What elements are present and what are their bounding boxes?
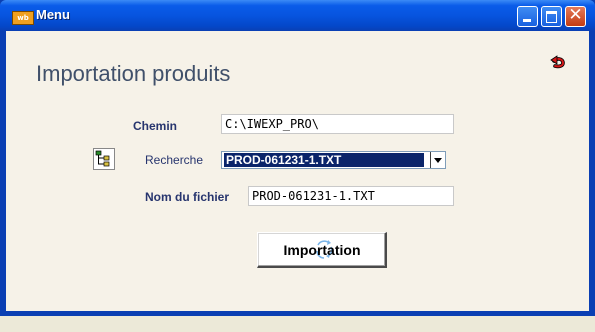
importation-button[interactable]: Importation: [257, 232, 387, 268]
browse-tree-button[interactable]: [93, 148, 115, 170]
red-return-arrow-icon[interactable]: [550, 55, 566, 69]
recherche-dropdown[interactable]: PROD-061231-1.TXT: [221, 151, 446, 169]
recherche-label: Recherche: [145, 153, 204, 167]
close-button[interactable]: ✕: [565, 5, 586, 27]
page-title: Importation produits: [36, 61, 231, 86]
tree-browse-icon: [95, 150, 110, 167]
chemin-field[interactable]: C:\IWEXP_PRO\: [221, 114, 454, 134]
form-panel: Importation produits Chemin C:\IWEXP_PRO…: [6, 31, 589, 311]
status-bar: [0, 316, 595, 332]
maximize-button[interactable]: [541, 6, 562, 27]
close-icon: ✕: [568, 5, 583, 25]
app-icon: wb: [12, 11, 34, 25]
chemin-label: Chemin: [133, 119, 178, 133]
recherche-selected-value: PROD-061231-1.TXT: [224, 153, 424, 167]
minimize-button[interactable]: [517, 6, 538, 27]
importation-button-label: Importation: [283, 242, 361, 258]
title-bar[interactable]: wb Menu ✕: [0, 0, 595, 31]
window-title: Menu: [36, 7, 70, 22]
app-window: wb Menu ✕ Importation produits Chemin C:…: [0, 0, 595, 332]
nom-fichier-label: Nom du fichier: [145, 190, 230, 204]
chevron-down-icon[interactable]: [430, 152, 445, 168]
nom-fichier-field[interactable]: PROD-061231-1.TXT: [248, 186, 454, 206]
